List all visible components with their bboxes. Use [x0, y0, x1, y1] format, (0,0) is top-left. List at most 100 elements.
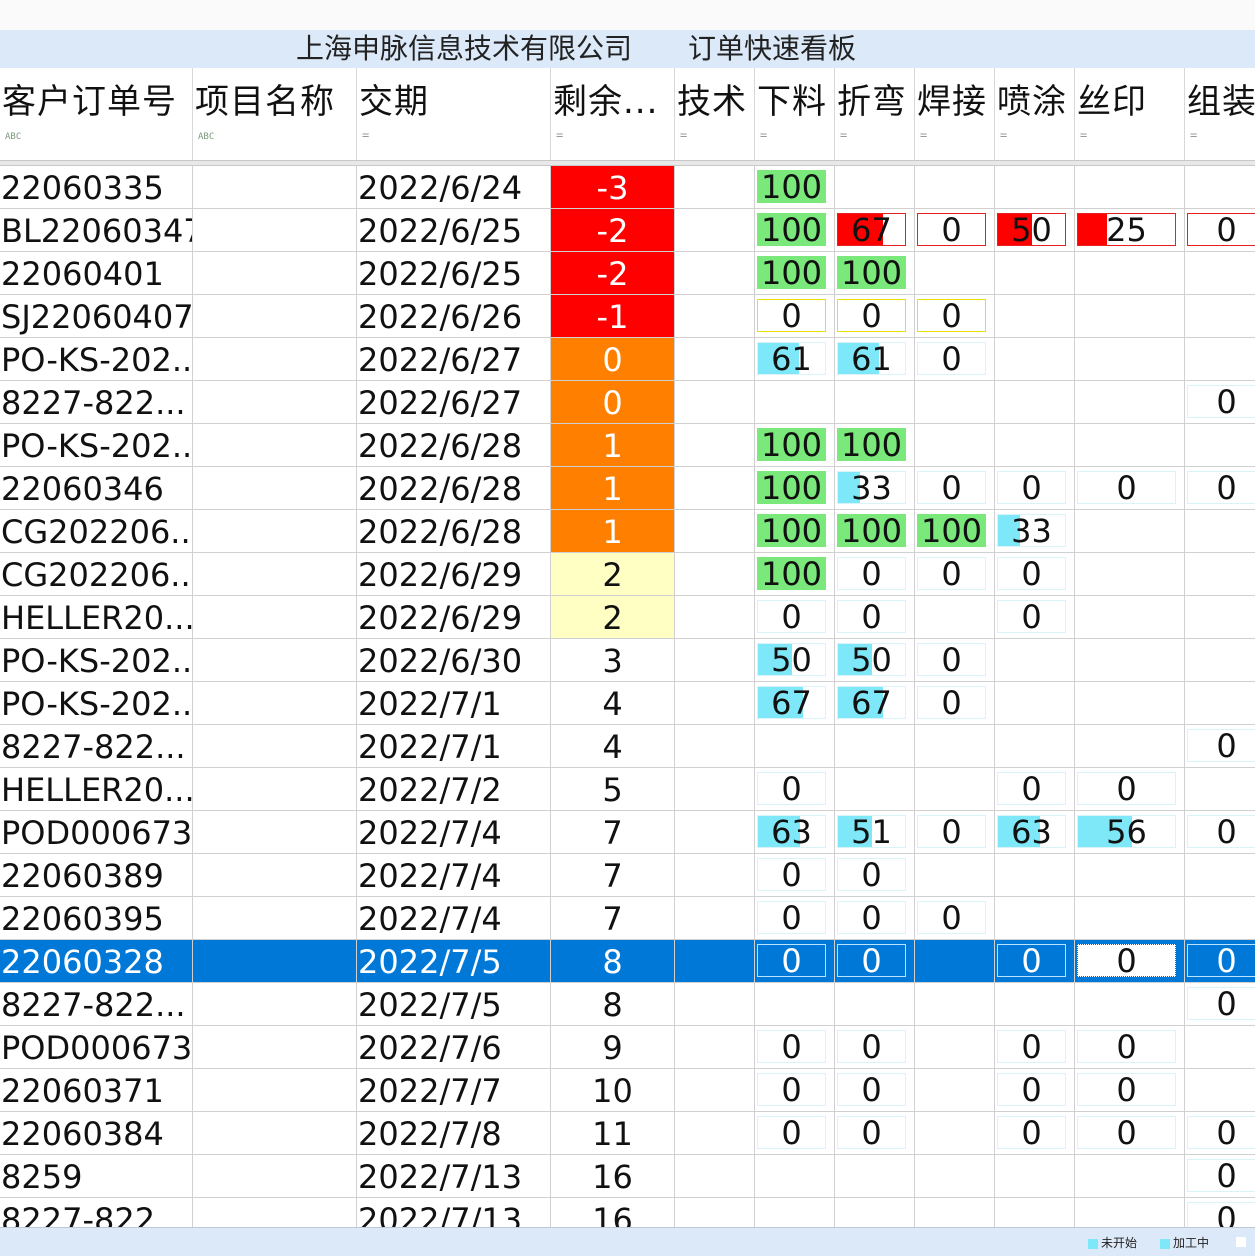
cell-sy[interactable]	[1075, 682, 1185, 725]
cell-zw[interactable]	[835, 166, 915, 209]
cell-zw[interactable]	[835, 381, 915, 424]
cell-tech[interactable]	[675, 1069, 755, 1112]
cell-zw[interactable]: 0	[835, 1026, 915, 1069]
cell-zw[interactable]: 100	[835, 252, 915, 295]
table-row[interactable]: HELLER20... 2022/6/29 2 0 0 0	[0, 596, 1255, 639]
cell-zz[interactable]: 0	[1185, 1198, 1255, 1227]
cell-zw[interactable]: 100	[835, 424, 915, 467]
cell-remain[interactable]: 7	[551, 854, 675, 897]
cell-tech[interactable]	[675, 639, 755, 682]
cell-pt[interactable]: 63	[995, 811, 1075, 854]
cell-order[interactable]: 8227-822...	[0, 1198, 193, 1227]
cell-hj[interactable]	[915, 1198, 995, 1227]
order-grid[interactable]: 22060335 2022/6/24 -3 100 BL22060347 2022/6/2…	[0, 166, 1255, 1227]
cell-due[interactable]: 2022/6/29	[357, 553, 551, 596]
cell-remain[interactable]: 8	[551, 983, 675, 1026]
cell-hj[interactable]	[915, 1026, 995, 1069]
cell-zz[interactable]: 0	[1185, 1155, 1255, 1198]
cell-order[interactable]: POD0006734	[0, 811, 193, 854]
cell-order[interactable]: BL22060347	[0, 209, 193, 252]
cell-sy[interactable]: 0	[1075, 1112, 1185, 1155]
cell-pt[interactable]: 0	[995, 1112, 1075, 1155]
cell-zw[interactable]: 61	[835, 338, 915, 381]
cell-tech[interactable]	[675, 338, 755, 381]
cell-zw[interactable]: 67	[835, 209, 915, 252]
cell-hj[interactable]: 0	[915, 467, 995, 510]
cell-zz[interactable]	[1185, 854, 1255, 897]
cell-due[interactable]: 2022/7/4	[357, 854, 551, 897]
cell-sy[interactable]	[1075, 424, 1185, 467]
table-row[interactable]: 22060346 2022/6/28 1 100 33 0 0 0 0	[0, 467, 1255, 510]
cell-due[interactable]: 2022/7/7	[357, 1069, 551, 1112]
cell-sy[interactable]	[1075, 1155, 1185, 1198]
cell-project[interactable]	[193, 682, 357, 725]
cell-tech[interactable]	[675, 381, 755, 424]
table-row[interactable]: 22060371 2022/7/7 10 0 0 0 0	[0, 1069, 1255, 1112]
table-row[interactable]: 8227-822... 2022/6/27 0 0	[0, 381, 1255, 424]
cell-zz[interactable]	[1185, 338, 1255, 381]
cell-remain[interactable]: 10	[551, 1069, 675, 1112]
column-header-pt[interactable]: 喷涂 =	[995, 68, 1075, 160]
cell-project[interactable]	[193, 467, 357, 510]
cell-zz[interactable]: 0	[1185, 381, 1255, 424]
cell-due[interactable]: 2022/7/1	[357, 725, 551, 768]
cell-order[interactable]: 22060401	[0, 252, 193, 295]
cell-tech[interactable]	[675, 510, 755, 553]
cell-tech[interactable]	[675, 768, 755, 811]
cell-remain[interactable]: -1	[551, 295, 675, 338]
cell-order[interactable]: SJ22060407	[0, 295, 193, 338]
cell-pt[interactable]: 0	[995, 1069, 1075, 1112]
cell-hj[interactable]: 0	[915, 682, 995, 725]
cell-hj[interactable]: 0	[915, 553, 995, 596]
cell-hj[interactable]	[915, 424, 995, 467]
cell-pt[interactable]: 0	[995, 596, 1075, 639]
column-header-zw[interactable]: 折弯 =	[835, 68, 915, 160]
table-row[interactable]: BL22060347 2022/6/25 -2 100 67 0 50 25 0	[0, 209, 1255, 252]
cell-order[interactable]: PO-KS-202...	[0, 424, 193, 467]
cell-due[interactable]: 2022/6/28	[357, 424, 551, 467]
cell-remain[interactable]: 1	[551, 424, 675, 467]
column-header-order[interactable]: 客户订单号 ABC	[0, 68, 193, 160]
cell-zz[interactable]	[1185, 166, 1255, 209]
cell-zz[interactable]	[1185, 1026, 1255, 1069]
cell-sy[interactable]	[1075, 596, 1185, 639]
cell-pt[interactable]: 0	[995, 940, 1075, 983]
cell-sy[interactable]	[1075, 553, 1185, 596]
cell-due[interactable]: 2022/7/4	[357, 811, 551, 854]
cell-xl[interactable]: 100	[755, 510, 835, 553]
cell-xl[interactable]: 0	[755, 768, 835, 811]
cell-hj[interactable]	[915, 983, 995, 1026]
cell-pt[interactable]: 0	[995, 1026, 1075, 1069]
filter-equals-icon[interactable]: =	[1190, 128, 1197, 142]
table-row[interactable]: HELLER20... 2022/7/2 5 0 0 0	[0, 768, 1255, 811]
cell-hj[interactable]	[915, 768, 995, 811]
cell-pt[interactable]	[995, 725, 1075, 768]
cell-tech[interactable]	[675, 295, 755, 338]
cell-zz[interactable]	[1185, 553, 1255, 596]
cell-xl[interactable]: 100	[755, 467, 835, 510]
cell-zw[interactable]: 0	[835, 295, 915, 338]
cell-pt[interactable]: 0	[995, 467, 1075, 510]
cell-hj[interactable]: 0	[915, 811, 995, 854]
filter-equals-icon[interactable]: =	[556, 128, 563, 142]
filter-equals-icon[interactable]: =	[1000, 128, 1007, 142]
table-row[interactable]: SJ22060407 2022/6/26 -1 0 0 0	[0, 295, 1255, 338]
cell-sy[interactable]	[1075, 897, 1185, 940]
cell-pt[interactable]	[995, 854, 1075, 897]
table-row[interactable]: 8227-822... 2022/7/1 4 0	[0, 725, 1255, 768]
table-row[interactable]: POD0006739 2022/7/6 9 0 0 0 0	[0, 1026, 1255, 1069]
cell-xl[interactable]: 0	[755, 897, 835, 940]
cell-order[interactable]: 8227-822...	[0, 381, 193, 424]
cell-hj[interactable]: 0	[915, 639, 995, 682]
cell-xl[interactable]	[755, 725, 835, 768]
cell-project[interactable]	[193, 1155, 357, 1198]
cell-sy[interactable]: 56	[1075, 811, 1185, 854]
cell-order[interactable]: POD0006739	[0, 1026, 193, 1069]
cell-sy[interactable]: 0	[1075, 940, 1185, 983]
cell-remain[interactable]: 1	[551, 467, 675, 510]
cell-sy[interactable]	[1075, 1198, 1185, 1227]
cell-order[interactable]: CG202206...	[0, 553, 193, 596]
cell-xl[interactable]: 0	[755, 940, 835, 983]
cell-tech[interactable]	[675, 682, 755, 725]
cell-pt[interactable]	[995, 983, 1075, 1026]
